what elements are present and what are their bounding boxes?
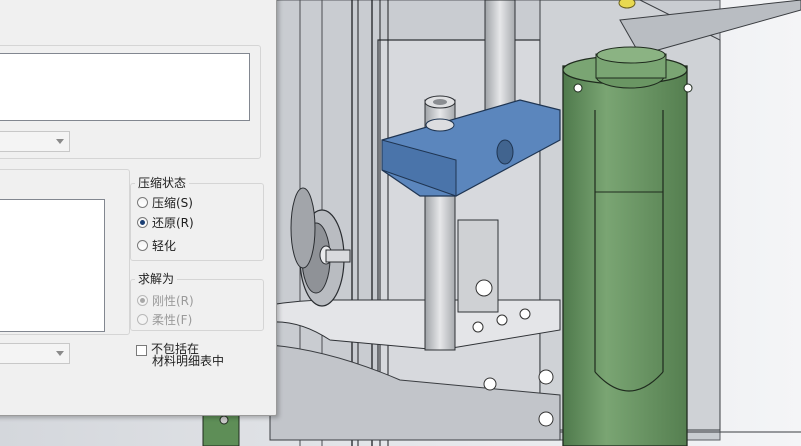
radio-rigid-button[interactable] xyxy=(137,294,148,306)
radio-restore-button[interactable] xyxy=(137,216,148,228)
exclude-from-bom-box[interactable] xyxy=(136,345,147,356)
chevron-down-icon xyxy=(56,351,64,356)
radio-lightweight-button[interactable] xyxy=(137,239,148,251)
description-textbox[interactable] xyxy=(0,53,250,121)
bottom-dropdown[interactable] xyxy=(0,343,70,364)
radio-restore-label: 还原(R) xyxy=(152,215,194,230)
radio-lightweight-label: 轻化 xyxy=(152,238,177,253)
component-properties-dialog: 压缩状态 压缩(S) 还原(R) 轻化 求解为 刚性(R) 柔性(F) 不包括在… xyxy=(0,0,277,416)
green-cylinder xyxy=(562,46,693,446)
radio-compress-button[interactable] xyxy=(137,196,148,208)
exclude-from-bom-checkbox[interactable]: 不包括在 材料明细表中 xyxy=(136,343,224,367)
top-dropdown[interactable] xyxy=(0,131,70,152)
radio-restore[interactable]: 还原(R) xyxy=(137,214,194,230)
radio-flexible-button[interactable] xyxy=(137,313,148,325)
exclude-from-bom-line2: 材料明细表中 xyxy=(152,354,225,368)
radio-flexible[interactable]: 柔性(F) xyxy=(137,311,192,327)
radio-flexible-label: 柔性(F) xyxy=(152,312,193,327)
radio-rigid-label: 刚性(R) xyxy=(152,293,194,308)
configuration-listbox[interactable] xyxy=(0,199,105,332)
exclude-from-bom-label: 不包括在 材料明细表中 xyxy=(151,343,224,367)
radio-compress[interactable]: 压缩(S) xyxy=(137,194,193,210)
yellow-marker xyxy=(618,0,636,9)
radio-rigid[interactable]: 刚性(R) xyxy=(137,292,194,308)
chevron-down-icon xyxy=(56,139,64,144)
solve-as-title: 求解为 xyxy=(135,272,178,286)
radio-lightweight[interactable]: 轻化 xyxy=(137,237,176,253)
radio-compress-label: 压缩(S) xyxy=(152,195,193,210)
compression-state-title: 压缩状态 xyxy=(135,176,190,190)
